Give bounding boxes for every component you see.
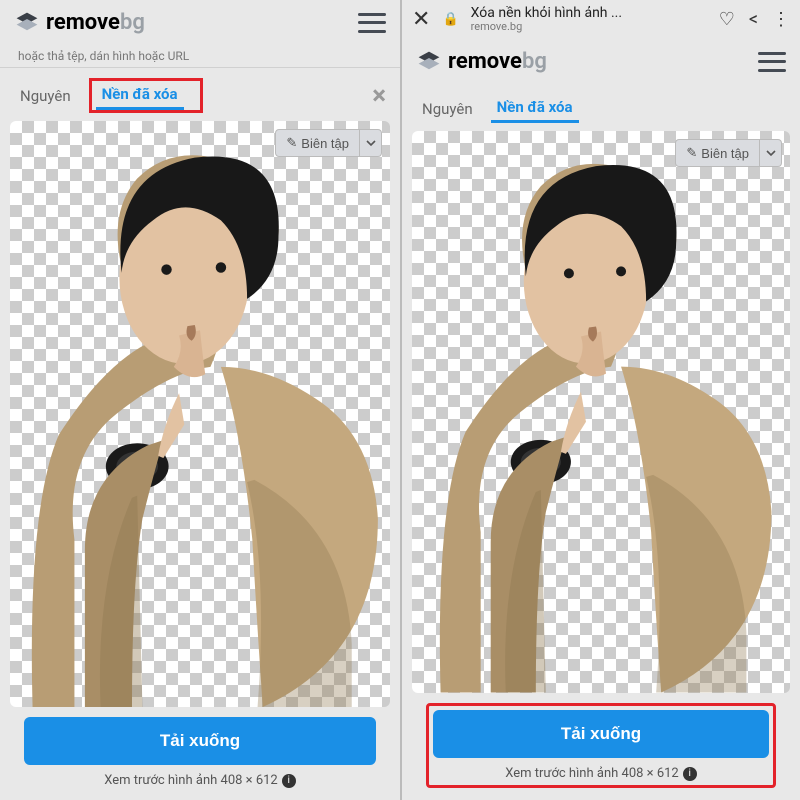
lock-icon: 🔒 [442,12,458,27]
edit-button[interactable]: ✎Biên tập [675,139,760,167]
tab-removed[interactable]: Nền đã xóa [491,94,579,123]
app-header: removebg [0,0,400,45]
person-cutout [10,121,390,707]
logo[interactable]: removebg [14,10,145,35]
upload-hint-banner: hoặc thả tệp, dán hình hoặc URL [0,45,400,68]
result-image-area: ✎Biên tập [10,121,390,707]
more-icon[interactable]: ⋮ [772,15,790,24]
bottom-actions: Tải xuống Xem trước hình ảnh 408 × 612 i [402,693,800,800]
menu-icon[interactable] [758,52,786,72]
download-button[interactable]: Tải xuống [433,710,769,758]
logo-stack-icon [14,11,40,35]
browser-actions: ♡ < ⋮ [719,9,790,30]
preview-size-label: Xem trước hình ảnh 408 × 612 i [24,773,376,788]
logo-text: removebg [448,49,547,74]
info-icon[interactable]: i [282,774,296,788]
person-cutout [412,131,790,693]
app-header: removebg [402,39,800,84]
edit-button[interactable]: ✎Biên tập [275,129,360,157]
tab-removed[interactable]: Nền đã xóa [96,81,184,110]
tab-original[interactable]: Nguyên [416,96,479,122]
browser-title: Xóa nền khỏi hình ảnh ... [471,6,707,21]
edit-button-group: ✎Biên tập [675,139,782,167]
edit-dropdown-button[interactable] [760,139,782,167]
pencil-icon: ✎ [286,135,297,151]
result-image-area: ✎Biên tập [412,131,790,693]
tab-original[interactable]: Nguyên [14,83,77,109]
edit-dropdown-button[interactable] [360,129,382,157]
browser-bar: ✕ 🔒 Xóa nền khỏi hình ảnh ... remove.bg … [402,0,800,39]
info-icon[interactable]: i [683,767,697,781]
bookmark-icon[interactable]: ♡ [719,9,735,30]
logo-stack-icon [416,50,442,74]
logo-text: removebg [46,10,145,35]
pencil-icon: ✎ [686,145,697,161]
highlight-removed-tab: Nền đã xóa [89,78,203,113]
tabs: Nguyên Nền đã xóa × [0,68,400,117]
edit-button-group: ✎Biên tập [275,129,382,157]
chevron-down-icon [366,138,376,148]
browser-url: remove.bg [471,21,707,33]
browser-close-icon[interactable]: ✕ [412,7,430,32]
browser-title-wrap: Xóa nền khỏi hình ảnh ... remove.bg [471,6,707,33]
tabs: Nguyên Nền đã xóa [402,84,800,127]
menu-icon[interactable] [358,13,386,33]
share-icon[interactable]: < [749,9,758,30]
bottom-actions: Tải xuống Xem trước hình ảnh 408 × 612 i [0,707,400,800]
close-icon[interactable]: × [372,81,386,111]
right-panel: ✕ 🔒 Xóa nền khỏi hình ảnh ... remove.bg … [400,0,800,800]
logo[interactable]: removebg [416,49,547,74]
download-button[interactable]: Tải xuống [24,717,376,765]
chevron-down-icon [766,148,776,158]
highlight-download: Tải xuống Xem trước hình ảnh 408 × 612 i [426,703,776,788]
preview-size-label: Xem trước hình ảnh 408 × 612 i [433,766,769,781]
left-panel: removebg hoặc thả tệp, dán hình hoặc URL… [0,0,400,800]
